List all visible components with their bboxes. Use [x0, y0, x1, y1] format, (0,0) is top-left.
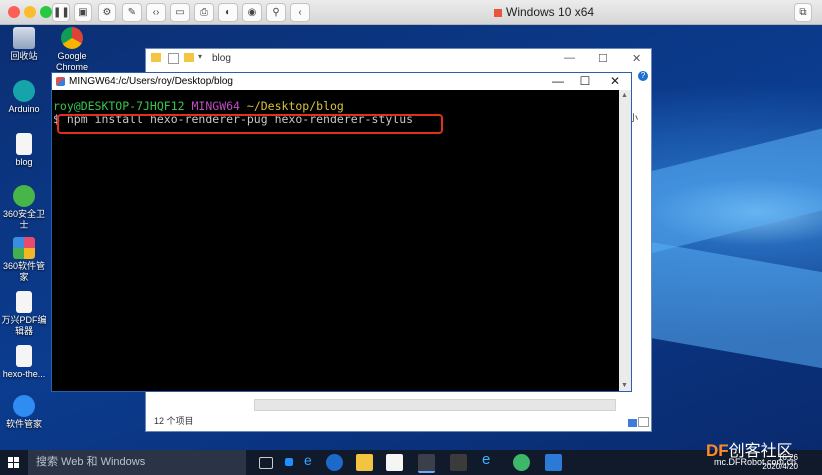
- terminal-titlebar[interactable]: MINGW64:/c/Users/roy/Desktop/blog — ☐ ✕: [52, 73, 631, 90]
- edge-legacy-icon[interactable]: [285, 458, 293, 466]
- pause-icon[interactable]: ❚❚: [52, 3, 70, 22]
- vm-title: Windows 10 x64: [494, 5, 594, 19]
- desktop-icon-pdf-editor[interactable]: 万兴PDF编辑器: [0, 291, 48, 337]
- desktop-icon-360-software[interactable]: 360软件管家: [0, 237, 48, 283]
- snapshot-icon[interactable]: ▣: [74, 3, 92, 22]
- file-icon: [16, 345, 32, 367]
- explorer-title: blog: [212, 53, 231, 64]
- close-icon[interactable]: ✕: [602, 74, 628, 88]
- minimize-icon[interactable]: —: [545, 74, 571, 88]
- software-manager-icon: [13, 395, 35, 417]
- terminal-scrollbar[interactable]: ▲ ▼: [619, 90, 631, 391]
- fullscreen-icon[interactable]: ⧉: [794, 3, 812, 22]
- close-window-button[interactable]: [8, 6, 20, 18]
- store-icon[interactable]: [386, 454, 403, 471]
- command-highlight-box: [57, 114, 443, 134]
- ie-icon[interactable]: e: [304, 452, 321, 469]
- file-icon: [16, 133, 32, 155]
- minimize-icon[interactable]: —: [564, 52, 575, 64]
- help-icon[interactable]: ?: [638, 71, 648, 81]
- wallpaper-beam: [650, 241, 822, 369]
- 360-security-icon: [13, 185, 35, 207]
- 360-security-icon[interactable]: [513, 454, 530, 471]
- camera-icon[interactable]: ◉: [242, 3, 262, 22]
- pdf-editor-icon: [16, 291, 32, 313]
- ie-icon[interactable]: e: [482, 451, 499, 468]
- back-icon[interactable]: ‹: [290, 3, 310, 22]
- windows-logo-icon: [494, 8, 502, 17]
- task-view-icon[interactable]: [259, 457, 273, 469]
- terminal-output[interactable]: roy@DESKTOP-7JHQF12 MINGW64 ~/Desktop/bl…: [52, 90, 619, 391]
- maximize-icon[interactable]: ☐: [598, 52, 608, 65]
- vscode-icon[interactable]: [545, 454, 562, 471]
- wallpaper-beam: [650, 128, 822, 254]
- item-count: 12 个项目: [154, 416, 194, 426]
- arduino-icon: [13, 80, 35, 102]
- checkbox-icon[interactable]: [168, 53, 179, 64]
- watermark-url: mc.DFRobot.com.cn: [714, 457, 797, 467]
- 360-software-icon: [13, 237, 35, 259]
- desktop-icon-chrome[interactable]: Google Chrome: [48, 27, 96, 73]
- prompt-env: MINGW64: [191, 99, 240, 113]
- sound-icon[interactable]: ◐: [218, 3, 238, 22]
- start-button[interactable]: [8, 457, 19, 468]
- terminal-taskbar-icon[interactable]: [450, 454, 467, 471]
- close-icon[interactable]: ✕: [632, 52, 641, 65]
- tiles-view-icon[interactable]: [638, 417, 649, 427]
- desktop-icon-360-security[interactable]: 360安全卫士: [0, 185, 48, 231]
- details-view-icon[interactable]: [628, 419, 637, 427]
- recycle-bin-icon: [13, 27, 35, 49]
- scroll-down-icon[interactable]: ▼: [621, 382, 628, 389]
- desktop-icon-arduino[interactable]: Arduino: [0, 80, 48, 115]
- scroll-up-icon[interactable]: ▲: [621, 92, 628, 99]
- prompt-user: roy@DESKTOP-7JHQF12: [53, 99, 185, 113]
- git-icon[interactable]: [418, 454, 435, 473]
- folder-icon: [184, 53, 194, 62]
- desktop-icon-hexo-theme[interactable]: hexo-the...: [0, 345, 48, 380]
- chrome-icon: [61, 27, 83, 49]
- taskbar: 搜索 Web 和 Windows e e 16:26 2020/4/20: [0, 450, 822, 475]
- explorer-scrollbar[interactable]: [254, 399, 616, 411]
- usb-icon[interactable]: ⚲: [266, 3, 286, 22]
- folder-icon: [151, 53, 161, 62]
- file-explorer-icon[interactable]: [356, 454, 373, 471]
- zoom-window-button[interactable]: [40, 6, 52, 18]
- code-icon[interactable]: ‹›: [146, 3, 166, 22]
- maximize-icon[interactable]: ☐: [572, 74, 598, 88]
- git-bash-icon: [56, 77, 65, 86]
- printer-icon[interactable]: ⎙: [194, 3, 214, 22]
- taskbar-search-input[interactable]: 搜索 Web 和 Windows: [28, 450, 246, 475]
- settings-icon[interactable]: ⚙: [98, 3, 116, 22]
- desktop-icon-blog[interactable]: blog: [0, 133, 48, 168]
- minimize-window-button[interactable]: [24, 6, 36, 18]
- dropdown-icon[interactable]: ▾: [198, 52, 202, 61]
- desktop-icon-recycle-bin[interactable]: 回收站: [0, 27, 48, 62]
- wrench-icon[interactable]: ✎: [122, 3, 142, 22]
- vm-toolbar: ❚❚ ▣ ⚙ ✎ ‹› ▭ ⎙ ◐ ◉ ⚲ ‹ Windows 10 x64 ⧉: [0, 0, 822, 25]
- drive-icon[interactable]: ▭: [170, 3, 190, 22]
- desktop-icon-software-manager[interactable]: 软件管家: [0, 395, 48, 430]
- prompt-path: ~/Desktop/blog: [246, 99, 344, 113]
- terminal-title: MINGW64:/c/Users/roy/Desktop/blog: [69, 76, 233, 87]
- edge-icon[interactable]: [326, 454, 343, 471]
- explorer-titlebar[interactable]: ▾ blog — ☐ ✕: [146, 49, 651, 69]
